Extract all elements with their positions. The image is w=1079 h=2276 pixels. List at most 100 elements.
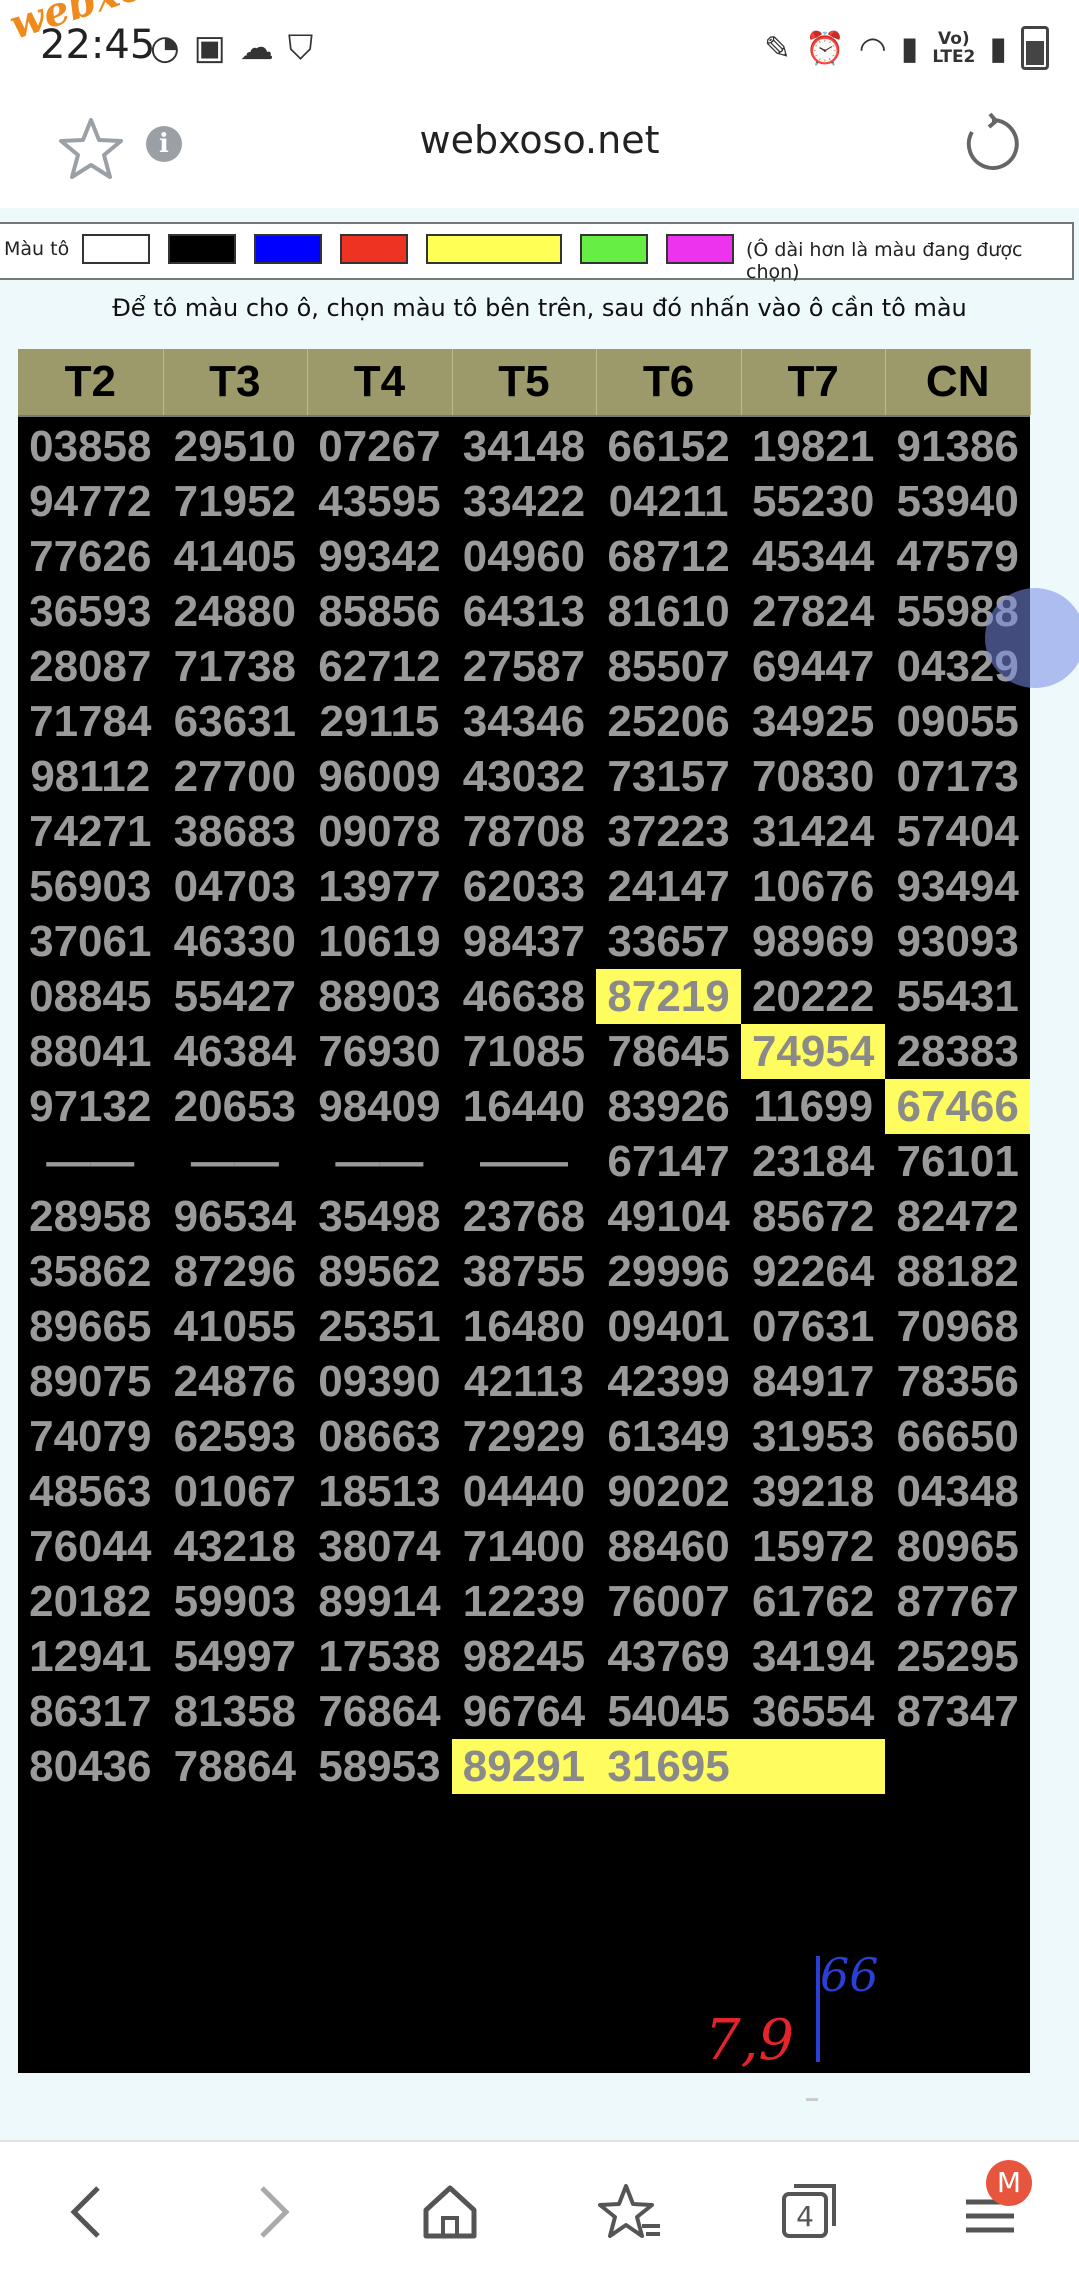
table-cell[interactable]: 56903 [18,859,163,914]
table-cell[interactable]: 90202 [596,1464,741,1519]
table-cell[interactable]: 42399 [596,1354,741,1409]
table-cell[interactable]: 59903 [163,1574,308,1629]
swatch-blue[interactable] [254,234,322,264]
table-cell[interactable]: 10619 [307,914,452,969]
table-cell[interactable]: 04960 [452,529,597,584]
avatar[interactable]: M [986,2160,1032,2206]
swatch-white[interactable] [82,234,150,264]
table-cell[interactable]: 74954 [740,1024,886,1079]
table-cell[interactable]: 70830 [741,749,886,804]
table-cell[interactable]: 55230 [741,474,886,529]
table-cell[interactable]: 98437 [452,914,597,969]
table-cell[interactable]: 04348 [885,1464,1030,1519]
table-cell[interactable]: 87347 [885,1684,1030,1739]
table-cell[interactable]: 31695 [596,1739,741,1794]
table-cell[interactable]: 12941 [18,1629,163,1684]
table-cell[interactable]: 41055 [163,1299,308,1354]
table-cell[interactable]: 71738 [163,639,308,694]
table-cell[interactable]: 82472 [885,1189,1030,1244]
table-cell[interactable]: 20182 [18,1574,163,1629]
table-cell[interactable]: 78356 [885,1354,1030,1409]
table-cell[interactable]: 47579 [885,529,1030,584]
table-cell[interactable]: —— [452,1134,597,1189]
table-cell[interactable]: 61762 [741,1574,886,1629]
table-cell[interactable]: 87296 [163,1244,308,1299]
table-cell[interactable]: 93494 [885,859,1030,914]
table-cell[interactable]: 07267 [307,419,452,474]
table-cell[interactable]: 38683 [163,804,308,859]
table-cell[interactable]: 37061 [18,914,163,969]
table-cell[interactable]: 34925 [741,694,886,749]
table-cell[interactable]: 46384 [163,1024,308,1079]
table-cell[interactable]: 58953 [307,1739,452,1794]
table-cell[interactable]: 98245 [452,1629,597,1684]
table-cell[interactable]: 09055 [885,694,1030,749]
table-cell[interactable]: 76864 [307,1684,452,1739]
swatch-black[interactable] [168,234,236,264]
table-cell[interactable] [740,1739,886,1794]
table-cell[interactable]: 01067 [163,1464,308,1519]
bookmarks-icon[interactable] [598,2180,662,2244]
table-cell[interactable]: 98112 [18,749,163,804]
table-cell[interactable]: 81610 [596,584,741,639]
table-cell[interactable]: 85856 [307,584,452,639]
table-cell[interactable]: 96764 [452,1684,597,1739]
table-cell[interactable]: 53940 [885,474,1030,529]
table-cell[interactable]: 36554 [741,1684,886,1739]
table-cell[interactable]: 46638 [452,969,597,1024]
table-cell[interactable]: 64313 [452,584,597,639]
table-cell[interactable]: 27824 [741,584,886,639]
table-cell[interactable]: 46330 [163,914,308,969]
table-cell[interactable]: 96534 [163,1189,308,1244]
table-cell[interactable]: 88182 [885,1244,1030,1299]
table-cell[interactable]: 20653 [163,1079,308,1134]
table-cell[interactable]: 66650 [885,1409,1030,1464]
reload-icon[interactable] [960,112,1024,176]
table-cell[interactable]: 28958 [18,1189,163,1244]
table-cell[interactable]: 34346 [452,694,597,749]
table-cell[interactable]: 98409 [307,1079,452,1134]
table-cell[interactable]: 54997 [163,1629,308,1684]
table-cell[interactable]: 34148 [452,419,597,474]
table-cell[interactable]: 25295 [885,1629,1030,1684]
table-cell[interactable]: 85672 [741,1189,886,1244]
table-cell[interactable]: —— [18,1134,163,1189]
forward-icon[interactable] [240,2180,304,2244]
table-cell[interactable]: 91386 [885,419,1030,474]
table-cell[interactable]: 28087 [18,639,163,694]
table-cell[interactable]: 49104 [596,1189,741,1244]
table-cell[interactable]: 24147 [596,859,741,914]
table-cell[interactable]: 55427 [163,969,308,1024]
table-cell[interactable]: 24880 [163,584,308,639]
table-cell[interactable]: 98969 [741,914,886,969]
table-cell[interactable]: 25351 [307,1299,452,1354]
table-cell[interactable]: 70968 [885,1299,1030,1354]
table-cell[interactable]: 54045 [596,1684,741,1739]
table-cell[interactable]: 33657 [596,914,741,969]
table-cell[interactable]: 08663 [307,1409,452,1464]
table-cell[interactable]: 88041 [18,1024,163,1079]
table-cell[interactable]: 76044 [18,1519,163,1574]
table-cell[interactable]: 04211 [596,474,741,529]
table-cell[interactable]: 76101 [885,1134,1030,1189]
table-cell[interactable]: 71085 [452,1024,597,1079]
table-cell[interactable]: 20222 [741,969,886,1024]
table-cell[interactable]: 88903 [307,969,452,1024]
table-cell[interactable]: 85507 [596,639,741,694]
table-cell[interactable]: —— [307,1134,452,1189]
table-cell[interactable]: 89665 [18,1299,163,1354]
table-cell[interactable]: 67147 [596,1134,741,1189]
table-cell[interactable]: 25206 [596,694,741,749]
table-cell[interactable]: 74271 [18,804,163,859]
swatch-magenta[interactable] [666,234,734,264]
table-cell[interactable]: 31424 [741,804,886,859]
table-cell[interactable]: 62033 [452,859,597,914]
table-cell[interactable]: 62593 [163,1409,308,1464]
table-cell[interactable]: 12239 [452,1574,597,1629]
back-icon[interactable] [56,2180,120,2244]
table-cell[interactable]: 29115 [307,694,452,749]
table-cell[interactable]: 67466 [885,1079,1030,1134]
table-cell[interactable]: 09390 [307,1354,452,1409]
table-cell[interactable]: 04440 [452,1464,597,1519]
table-cell[interactable]: 09078 [307,804,452,859]
